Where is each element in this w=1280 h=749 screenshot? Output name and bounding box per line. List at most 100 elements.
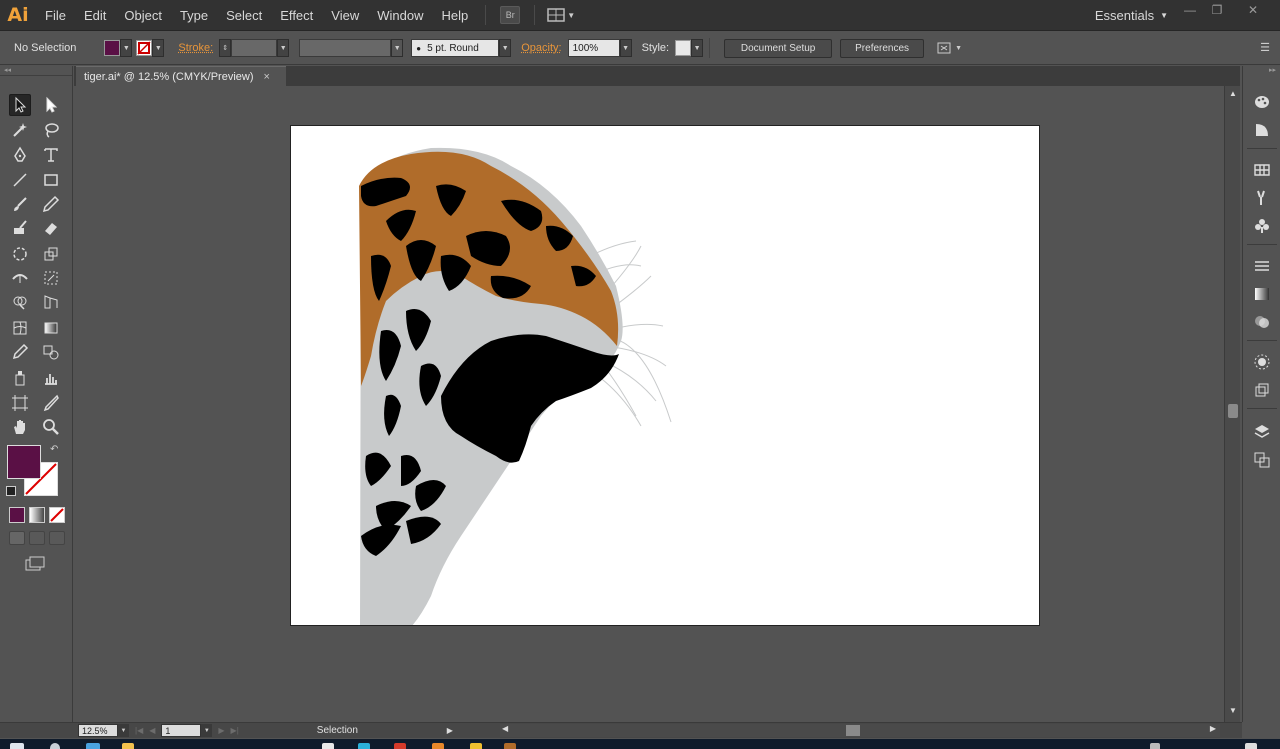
paintbrush-tool[interactable] bbox=[9, 193, 31, 215]
brush-dropdown[interactable]: ▼ bbox=[499, 39, 512, 57]
browser-icon[interactable] bbox=[358, 743, 370, 749]
artboard-number-field[interactable]: 1 bbox=[161, 724, 202, 737]
gradient-panel-button[interactable] bbox=[1252, 284, 1272, 304]
eyedropper-tool[interactable] bbox=[9, 341, 31, 363]
rotate-tool[interactable] bbox=[9, 243, 31, 265]
scroll-down-icon[interactable]: ▼ bbox=[1228, 706, 1238, 716]
dock-collapse-grip[interactable]: ▸▸ bbox=[1243, 66, 1280, 76]
document-setup-button[interactable]: Document Setup bbox=[724, 38, 833, 58]
pen-tool[interactable] bbox=[9, 144, 31, 166]
menu-edit[interactable]: Edit bbox=[75, 0, 115, 31]
free-transform-tool[interactable] bbox=[40, 267, 62, 289]
panel-menu-icon[interactable]: ☰ bbox=[1260, 41, 1270, 54]
horizontal-scrollbar[interactable]: ◀ ▶ bbox=[500, 724, 1220, 737]
color-mode-button[interactable] bbox=[9, 507, 25, 523]
perspective-grid-tool[interactable] bbox=[40, 291, 62, 313]
rectangle-tool[interactable] bbox=[40, 169, 62, 191]
mesh-tool[interactable] bbox=[9, 317, 31, 339]
horizontal-scroll-thumb[interactable] bbox=[846, 725, 860, 736]
restore-button[interactable]: ❐ bbox=[1202, 0, 1232, 20]
minimize-button[interactable]: — bbox=[1175, 0, 1205, 20]
zoom-level-field[interactable]: 12.5% bbox=[78, 724, 118, 737]
direct-selection-tool[interactable] bbox=[40, 94, 62, 116]
default-colors-icon[interactable] bbox=[6, 486, 16, 496]
bridge-button[interactable]: Br bbox=[500, 6, 521, 24]
stroke-label[interactable]: Stroke: bbox=[178, 42, 213, 54]
arrange-documents-button[interactable]: ▼ bbox=[547, 8, 575, 22]
gradient-tool[interactable] bbox=[40, 317, 62, 339]
gradient-mode-button[interactable] bbox=[29, 507, 45, 523]
artboard[interactable] bbox=[290, 125, 1040, 626]
next-artboard-icon[interactable]: ▶ bbox=[218, 726, 224, 735]
shape-builder-tool[interactable] bbox=[9, 291, 31, 313]
tiger-artwork[interactable] bbox=[291, 126, 1040, 626]
fill-color-swatch-front[interactable] bbox=[7, 445, 41, 479]
close-window-button[interactable]: ✕ bbox=[1238, 0, 1268, 20]
blend-tool[interactable] bbox=[40, 341, 62, 363]
swatches-panel-button[interactable] bbox=[1252, 160, 1272, 180]
variable-width-dropdown[interactable]: ▼ bbox=[391, 39, 404, 57]
draw-normal-button[interactable] bbox=[9, 531, 25, 545]
selection-tool[interactable] bbox=[9, 94, 31, 116]
app-icon-orange[interactable] bbox=[432, 743, 444, 749]
scroll-up-icon[interactable]: ▲ bbox=[1228, 89, 1238, 99]
stroke-weight-field[interactable] bbox=[231, 39, 278, 57]
menu-effect[interactable]: Effect bbox=[271, 0, 322, 31]
brushes-panel-button[interactable] bbox=[1252, 188, 1272, 208]
column-graph-tool[interactable] bbox=[40, 367, 62, 389]
first-artboard-icon[interactable]: |◀ bbox=[135, 726, 143, 735]
blob-brush-tool[interactable] bbox=[9, 217, 31, 239]
notifications-icon[interactable] bbox=[1245, 743, 1257, 749]
type-tool[interactable] bbox=[40, 144, 62, 166]
arrange-options-button[interactable]: ▼ bbox=[936, 41, 962, 55]
opacity-dropdown[interactable]: ▼ bbox=[619, 39, 632, 57]
last-artboard-icon[interactable]: ▶| bbox=[231, 726, 239, 735]
pencil-tool[interactable] bbox=[40, 193, 62, 215]
artboard-tool[interactable] bbox=[9, 392, 31, 414]
variable-width-profile[interactable] bbox=[299, 39, 392, 57]
lasso-tool[interactable] bbox=[40, 119, 62, 141]
none-mode-button[interactable] bbox=[49, 507, 65, 523]
folder-icon[interactable] bbox=[122, 743, 134, 749]
scale-tool[interactable] bbox=[40, 243, 62, 265]
graphic-styles-panel-button[interactable] bbox=[1252, 380, 1272, 400]
transparency-panel-button[interactable] bbox=[1252, 312, 1272, 332]
illustrator-taskbar-icon[interactable] bbox=[504, 743, 516, 749]
start-icon[interactable] bbox=[10, 743, 24, 749]
menu-window[interactable]: Window bbox=[368, 0, 432, 31]
status-menu-arrow-icon[interactable]: ▶ bbox=[447, 726, 453, 735]
fill-dropdown[interactable]: ▼ bbox=[120, 39, 133, 57]
scroll-right-icon[interactable]: ▶ bbox=[1210, 724, 1216, 733]
draw-behind-button[interactable] bbox=[29, 531, 45, 545]
magic-wand-tool[interactable] bbox=[9, 119, 31, 141]
screen-mode-button[interactable] bbox=[25, 556, 45, 575]
search-icon[interactable] bbox=[50, 743, 60, 749]
color-panel-button[interactable] bbox=[1252, 92, 1272, 112]
stroke-panel-button[interactable] bbox=[1252, 256, 1272, 276]
graphic-style-dropdown[interactable]: ▼ bbox=[691, 39, 704, 57]
app-icon-red[interactable] bbox=[394, 743, 406, 749]
opacity-field[interactable]: 100% bbox=[567, 39, 620, 57]
artboard-dropdown[interactable]: ▼ bbox=[201, 724, 213, 737]
menu-object[interactable]: Object bbox=[115, 0, 171, 31]
stroke-weight-dropdown[interactable]: ▼ bbox=[277, 39, 290, 57]
previous-artboard-icon[interactable]: ◀ bbox=[149, 726, 155, 735]
zoom-dropdown[interactable]: ▼ bbox=[118, 724, 129, 737]
artboards-panel-button[interactable] bbox=[1252, 450, 1272, 470]
store-icon[interactable] bbox=[322, 743, 334, 749]
document-tab[interactable]: tiger.ai* @ 12.5% (CMYK/Preview) × bbox=[76, 66, 286, 86]
canvas-area[interactable] bbox=[74, 86, 1224, 722]
zoom-tool[interactable] bbox=[40, 416, 62, 438]
stroke-dropdown[interactable]: ▼ bbox=[152, 39, 165, 57]
stroke-weight-stepper[interactable]: ⇕ bbox=[219, 39, 232, 57]
layers-panel-button[interactable] bbox=[1252, 422, 1272, 442]
vertical-scroll-thumb[interactable] bbox=[1228, 404, 1238, 418]
preferences-button[interactable]: Preferences bbox=[840, 38, 925, 58]
draw-inside-button[interactable] bbox=[49, 531, 65, 545]
close-tab-icon[interactable]: × bbox=[264, 71, 270, 83]
scroll-left-icon[interactable]: ◀ bbox=[502, 724, 508, 733]
taskview-icon[interactable] bbox=[86, 743, 100, 749]
symbol-sprayer-tool[interactable] bbox=[9, 367, 31, 389]
slice-tool[interactable] bbox=[40, 392, 62, 414]
menu-view[interactable]: View bbox=[322, 0, 368, 31]
